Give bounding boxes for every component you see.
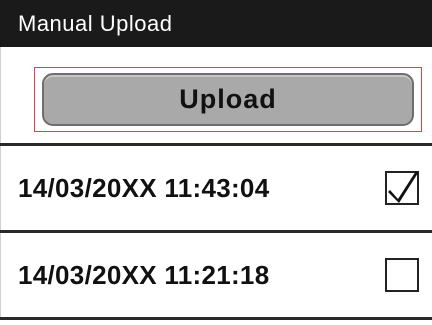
upload-button[interactable]: Upload xyxy=(42,73,414,126)
check-mark-icon xyxy=(388,171,418,203)
manual-upload-screen: Manual Upload Upload 14/03/20XX 11:43:04… xyxy=(0,0,432,325)
upload-area: Upload xyxy=(0,47,432,143)
focus-outline: Upload xyxy=(34,67,422,132)
page-title: Manual Upload xyxy=(0,0,432,47)
record-row-1: 14/03/20XX 11:43:04 xyxy=(0,146,432,230)
record-timestamp: 14/03/20XX 11:21:18 xyxy=(18,260,270,290)
record-row-2: 14/03/20XX 11:21:18 xyxy=(0,233,432,317)
record-timestamp: 14/03/20XX 11:43:04 xyxy=(18,173,270,203)
record-checkbox-2[interactable] xyxy=(385,258,419,292)
divider xyxy=(0,317,432,320)
record-checkbox-1[interactable] xyxy=(385,171,419,205)
